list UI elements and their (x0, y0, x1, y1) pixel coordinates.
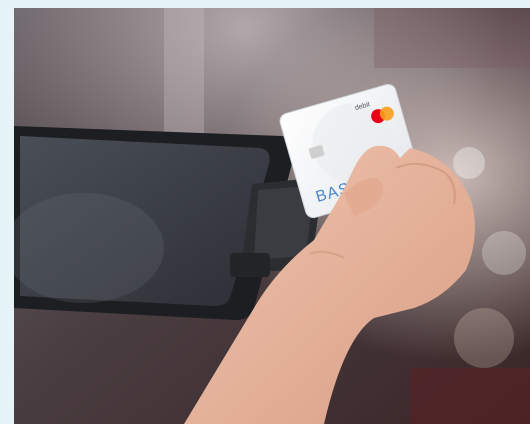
bokeh-light (482, 231, 526, 275)
photo-scene: BASIC debit (14, 8, 530, 424)
photo-card-payment: BASIC debit (14, 8, 530, 424)
background-counter (410, 368, 530, 424)
background-column (164, 8, 204, 138)
bokeh-light (454, 308, 514, 368)
bokeh-light (453, 147, 485, 179)
background-shelf (374, 8, 530, 68)
